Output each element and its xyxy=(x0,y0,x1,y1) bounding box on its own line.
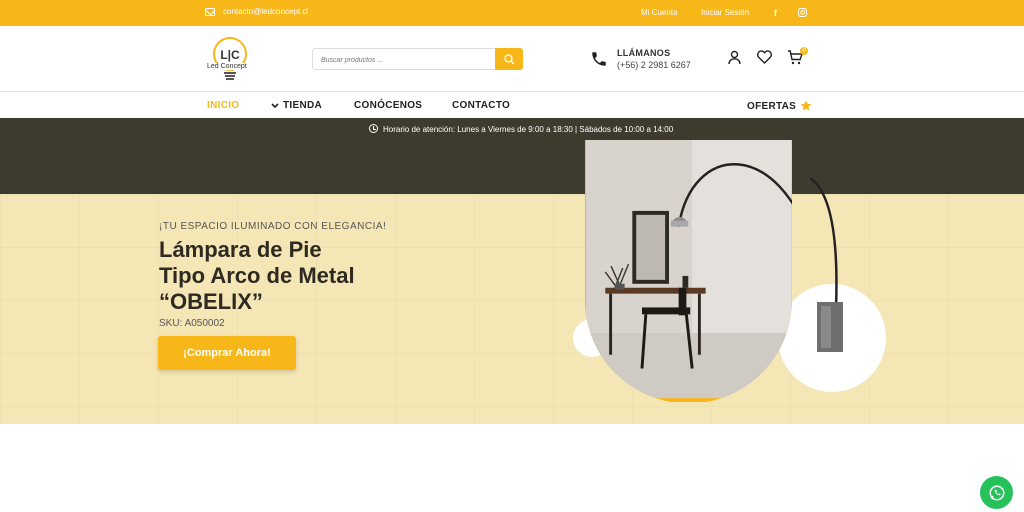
nav-item-inicio[interactable]: INICIO xyxy=(207,100,239,111)
hero-dark-band xyxy=(0,140,1024,194)
whatsapp-icon xyxy=(989,485,1004,500)
nav-item-contacto[interactable]: CONTACTO xyxy=(452,100,510,111)
hours-text: Horario de atención: Lunes a Viernes de … xyxy=(383,125,674,134)
nav-item-ofertas[interactable]: OFERTAS xyxy=(747,100,812,112)
main-nav: INICIO TIENDA CONÓCENOS CONTACTO OFERTAS xyxy=(0,92,1024,118)
top-bar: contacto@ledconcept.cl Mi Cuenta Iniciar… xyxy=(0,0,1024,26)
whatsapp-button[interactable] xyxy=(980,476,1013,509)
search-input[interactable] xyxy=(313,50,493,71)
phone-icon xyxy=(592,52,606,66)
user-icon[interactable] xyxy=(727,50,742,70)
heart-icon[interactable] xyxy=(756,50,773,69)
nav-item-tienda[interactable]: TIENDA xyxy=(271,100,322,111)
nav-item-tienda-label: TIENDA xyxy=(283,100,323,111)
site-logo[interactable]: L|C Led Concept xyxy=(206,36,253,82)
hours-bar: Horario de atención: Lunes a Viernes de … xyxy=(0,118,1024,140)
facebook-icon[interactable]: f xyxy=(774,8,777,18)
logo-mark: L|C xyxy=(220,48,240,62)
logo-text: Led Concept xyxy=(206,63,248,70)
nav-item-ofertas-label: OFERTAS xyxy=(747,100,797,112)
login-link[interactable]: Iniciar Sesión xyxy=(701,8,749,17)
call-phone[interactable]: (+56) 2 2981 6267 xyxy=(617,60,691,70)
search-icon xyxy=(503,53,514,64)
hero-title-line-1: Lámpara de Pie xyxy=(159,237,322,262)
search-box xyxy=(312,48,523,71)
instagram-icon[interactable] xyxy=(798,8,807,19)
buy-now-button[interactable]: ¡Comprar Ahora! xyxy=(158,336,296,370)
call-block[interactable]: LLÁMANOS (+56) 2 2981 6267 xyxy=(590,48,691,70)
my-account-link[interactable]: Mi Cuenta xyxy=(641,8,677,17)
star-icon xyxy=(800,100,812,111)
search-button[interactable] xyxy=(495,48,523,70)
call-title: LLÁMANOS xyxy=(617,48,671,58)
hero-title-line-3: “OBELIX” xyxy=(159,289,263,314)
email-text: contacto@ledconcept.cl xyxy=(223,7,309,16)
product-photo xyxy=(582,140,795,404)
lamp-base xyxy=(809,176,850,358)
hero-title: Lámpara de Pie Tipo Arco de Metal “OBELI… xyxy=(159,237,355,315)
hero-sku: SKU: A050002 xyxy=(159,318,225,329)
clock-icon xyxy=(369,124,378,133)
nav-item-conocenos[interactable]: CONÓCENOS xyxy=(354,100,422,111)
chevron-down-icon xyxy=(271,102,279,108)
email-link[interactable]: contacto@ledconcept.cl xyxy=(205,7,308,16)
hero-title-line-2: Tipo Arco de Metal xyxy=(159,263,355,288)
site-header: L|C Led Concept LLÁMANOS (+56) 2 2981 62… xyxy=(0,26,1024,92)
hero-tagline: ¡TU ESPACIO ILUMINADO CON ELEGANCIA! xyxy=(159,221,387,232)
mail-icon xyxy=(205,7,215,16)
cart-count-badge: 0 xyxy=(800,47,808,55)
